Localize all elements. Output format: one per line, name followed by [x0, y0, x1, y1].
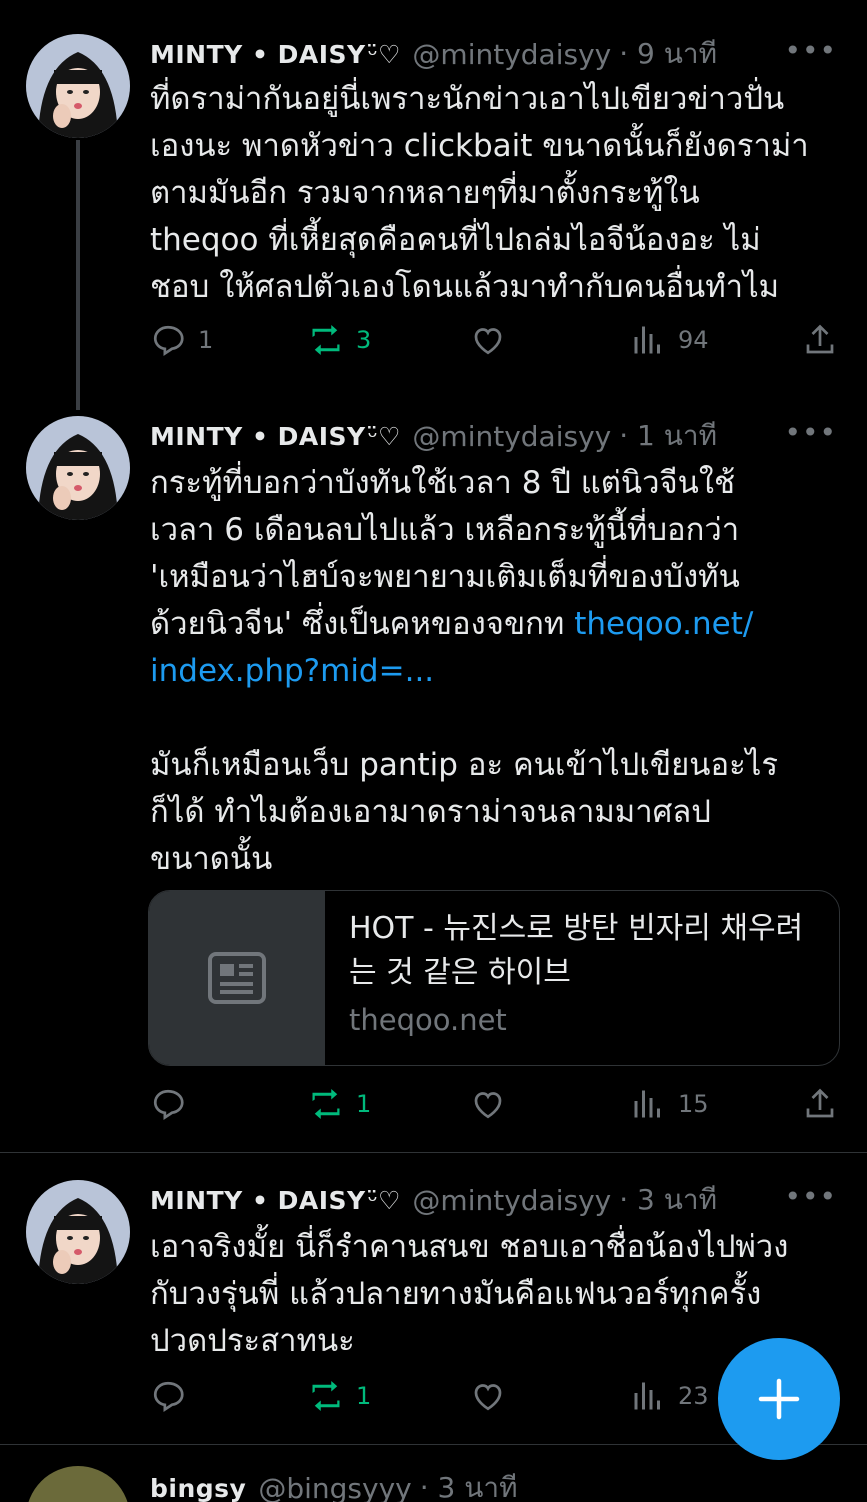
- retweet-button[interactable]: 1: [308, 1084, 371, 1124]
- name-decoration: ᵕ̈♡: [367, 39, 401, 69]
- timestamp[interactable]: · 1 นาที: [619, 414, 717, 458]
- text-line: เองนะ พาดหัวข่าว clickbait ขนาดนั้นก็ยัง…: [150, 128, 809, 164]
- tweet-text: เอาจริงมั้ย นี่ก็รำคานสนข ชอบเอาชื่อน้อง…: [150, 1224, 840, 1365]
- more-icon[interactable]: •••: [784, 34, 837, 67]
- handle[interactable]: @bingsyyy: [258, 1472, 411, 1502]
- thread-line: [76, 140, 80, 410]
- view-count: 23: [678, 1382, 709, 1410]
- avatar[interactable]: [26, 1466, 130, 1502]
- reply-icon: [153, 1089, 184, 1121]
- retweet-icon: [312, 1089, 340, 1119]
- tweet-1[interactable]: MINTY • DAISY ᵕ̈♡ @mintydaisyy · 9 นาที …: [0, 34, 867, 410]
- like-icon: [474, 1092, 502, 1119]
- link-card-thumbnail: [149, 891, 325, 1065]
- share-button[interactable]: [802, 320, 838, 360]
- tweet-4-partial[interactable]: bingsy @bingsyyy · 3 นาที: [0, 1466, 867, 1502]
- link-card-domain: theqoo.net: [349, 1003, 507, 1037]
- tweet-text: ที่ดราม่ากันอยู่นี่เพราะนักข่าวเอาไปเขีย…: [150, 76, 840, 311]
- reply-button[interactable]: [150, 1376, 198, 1416]
- timestamp[interactable]: · 3 นาที: [619, 1178, 717, 1222]
- views-icon: [634, 326, 660, 354]
- timestamp[interactable]: · 3 นาที: [420, 1466, 518, 1502]
- avatar[interactable]: [26, 34, 130, 138]
- tweet-text: กระทู้ที่บอกว่าบังทันใช้เวลา 8 ปี แต่นิว…: [150, 460, 840, 883]
- text-line: เอาจริงมั้ย นี่ก็รำคานสนข ชอบเอาชื่อน้อง…: [150, 1229, 789, 1265]
- views-button[interactable]: 23: [630, 1376, 709, 1416]
- text-line: ตามมันอีก รวมจากหลายๆที่มาตั้งกระทู้ใน: [150, 175, 700, 211]
- name-decoration: ᵕ̈♡: [367, 1185, 401, 1215]
- tweet-header: MINTY • DAISY ᵕ̈♡ @mintydaisyy · 1 นาที: [150, 416, 840, 456]
- timestamp[interactable]: · 9 นาที: [619, 32, 717, 76]
- retweet-button[interactable]: 1: [308, 1376, 371, 1416]
- link-card-icon: [208, 952, 266, 1004]
- handle[interactable]: @mintydaisyy: [412, 420, 611, 453]
- views-icon: [634, 1090, 660, 1118]
- link[interactable]: theqoo.net/: [574, 606, 753, 642]
- reply-button[interactable]: 1: [150, 320, 213, 360]
- retweet-count: 1: [356, 1382, 372, 1410]
- text-line: ก็ได้ ทำไมต้องเอามาดราม่าจนลามมาศลป: [150, 794, 711, 830]
- tweet-divider: [0, 1152, 867, 1153]
- tweet-header: MINTY • DAISY ᵕ̈♡ @mintydaisyy · 9 นาที: [150, 34, 840, 74]
- like-icon: [474, 328, 502, 355]
- like-button[interactable]: [470, 320, 506, 360]
- text-segment: ด้วยนิวจีน' ซึ่งเป็นคหของจขกท: [150, 606, 575, 642]
- compose-button[interactable]: [718, 1338, 840, 1460]
- like-icon: [474, 1384, 502, 1411]
- share-icon: [806, 1088, 834, 1118]
- text-line: 'เหมือนว่าไฮบ์จะพยายามเติมเต็มที่ของบังท…: [150, 559, 740, 595]
- link[interactable]: index.php?mid=...: [150, 648, 840, 695]
- text-line: ชอบ ให้ศลปตัวเองโดนแล้วมาทำกับคนอื่นทำไม: [150, 269, 780, 305]
- views-button[interactable]: 15: [630, 1084, 709, 1124]
- view-count: 94: [678, 326, 709, 354]
- views-button[interactable]: 94: [630, 320, 709, 360]
- reply-icon: [153, 325, 184, 357]
- tweet-divider: [0, 1444, 867, 1445]
- link-card[interactable]: HOT - 뉴진스로 방탄 빈자리 채우려는 것 같은 하이브 theqoo.n…: [148, 890, 840, 1066]
- link-card-text: HOT - 뉴진스로 방탄 빈자리 채우려는 것 같은 하이브 theqoo.n…: [349, 907, 819, 1037]
- tweet-actions: 1 15: [150, 1084, 840, 1124]
- retweet-count: 1: [356, 1090, 372, 1118]
- like-button[interactable]: [470, 1084, 506, 1124]
- text-line: ที่ดราม่ากันอยู่นี่เพราะนักข่าวเอาไปเขีย…: [150, 81, 785, 117]
- text-line: ขนาดนั้น: [150, 841, 273, 877]
- text-line: มันก็เหมือนเว็บ pantip อะ คนเข้าไปเขียนอ…: [150, 747, 778, 783]
- handle[interactable]: @mintydaisyy: [412, 38, 611, 71]
- name-decoration: ᵕ̈♡: [367, 421, 401, 451]
- share-button[interactable]: [802, 1084, 838, 1124]
- reply-icon: [153, 1381, 184, 1413]
- tweet-header: bingsy @bingsyyy · 3 นาที: [150, 1468, 840, 1502]
- text-line: ด้วยนิวจีน' ซึ่งเป็นคหของจขกท theqoo.net…: [150, 601, 840, 648]
- display-name[interactable]: MINTY • DAISY: [150, 1186, 366, 1215]
- tweet-2[interactable]: MINTY • DAISY ᵕ̈♡ @mintydaisyy · 1 นาที …: [0, 416, 867, 1146]
- tweet-header: MINTY • DAISY ᵕ̈♡ @mintydaisyy · 3 นาที: [150, 1180, 840, 1220]
- text-line: เวลา 6 เดือนลบไปแล้ว เหลือกระทู้นี้ที่บอ…: [150, 512, 740, 548]
- more-icon[interactable]: •••: [784, 1180, 837, 1213]
- avatar[interactable]: [26, 416, 130, 520]
- share-icon: [806, 324, 834, 354]
- link-card-title: HOT - 뉴진스로 방탄 빈자리 채우려는 것 같은 하이브: [349, 911, 804, 990]
- display-name[interactable]: MINTY • DAISY: [150, 40, 366, 69]
- views-icon: [634, 1382, 660, 1410]
- retweet-count: 3: [356, 326, 372, 354]
- tweet-actions: 1 3 94: [150, 320, 840, 360]
- view-count: 15: [678, 1090, 709, 1118]
- text-line: theqoo ที่เหี้ยสุดคือคนที่ไปถล่มไอจีน้อง…: [150, 222, 761, 258]
- display-name[interactable]: bingsy: [150, 1474, 246, 1502]
- compose-plus-icon: [758, 1378, 800, 1420]
- retweet-icon: [312, 325, 340, 355]
- more-icon[interactable]: •••: [784, 416, 837, 449]
- avatar[interactable]: [26, 1180, 130, 1284]
- text-line: กับวงรุ่นพี่ แล้วปลายทางมันคือแฟนวอร์ทุก…: [150, 1276, 762, 1312]
- text-line: กระทู้ที่บอกว่าบังทันใช้เวลา 8 ปี แต่นิว…: [150, 465, 736, 501]
- retweet-button[interactable]: 3: [308, 320, 371, 360]
- reply-button[interactable]: [150, 1084, 198, 1124]
- display-name[interactable]: MINTY • DAISY: [150, 422, 366, 451]
- like-button[interactable]: [470, 1376, 506, 1416]
- retweet-icon: [312, 1381, 340, 1411]
- reply-count: 1: [198, 326, 214, 354]
- handle[interactable]: @mintydaisyy: [412, 1184, 611, 1217]
